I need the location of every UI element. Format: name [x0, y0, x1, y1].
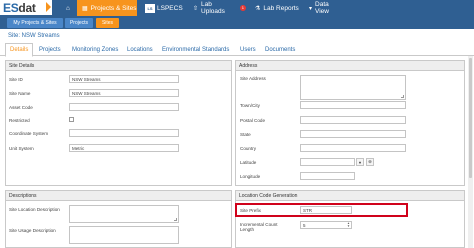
country-input[interactable] — [300, 144, 406, 152]
tab-projects[interactable]: Projects — [35, 43, 65, 56]
nav-projects-sites[interactable]: ▦ Projects & Sites — [77, 0, 137, 16]
incremental-count-length-stepper[interactable]: 5 ▲ ▼ — [300, 221, 352, 229]
resize-grip-icon[interactable] — [401, 95, 404, 98]
tab-monitoring-zones[interactable]: Monitoring Zones — [68, 43, 122, 56]
tab-bar: Details Projects Monitoring Zones Locati… — [0, 42, 474, 57]
lab-uploads-badge: 1 — [239, 5, 246, 11]
town-city-input[interactable] — [300, 101, 406, 109]
nav-data-view-label: Data View — [315, 1, 329, 15]
nav-lspecs-label: LSPECS — [157, 4, 183, 12]
logo-text: ESdat — [3, 1, 36, 15]
nav-lab-reports-label: Lab Reports — [263, 4, 299, 12]
postal-code-label: Postal Code — [240, 118, 266, 123]
longitude-input[interactable] — [300, 172, 355, 180]
state-input[interactable] — [300, 130, 406, 138]
logo-triangle-icon — [46, 2, 51, 12]
chevron-down-icon: ▾ — [309, 5, 313, 12]
unit-system-label: Unit System — [9, 146, 34, 151]
latitude-label: Latitude — [240, 160, 257, 165]
site-name-label: Site Name — [9, 91, 31, 96]
address-heading: Address — [236, 61, 464, 71]
site-location-description-label: Site Location Description — [9, 207, 60, 212]
site-details-panel: Site Details Site ID NSW Streams Site Na… — [5, 60, 232, 186]
nav-lab-uploads[interactable]: ⇧ Lab Uploads 1 — [188, 0, 246, 16]
page-title: Site: NSW Streams — [8, 33, 60, 39]
location-code-heading: Location Code Generation — [236, 191, 464, 201]
restricted-checkbox[interactable] — [69, 117, 74, 122]
top-navbar: ESdat ⌂ ▦ Projects & Sites LS LSPECS ⇧ L… — [0, 0, 474, 16]
address-panel: Address Site Address Town/City Postal Co… — [235, 60, 465, 186]
tab-details[interactable]: Details — [5, 43, 34, 57]
esdat-logo[interactable]: ESdat — [0, 0, 52, 16]
subnav-sites[interactable]: Sites — [96, 18, 119, 28]
site-address-label: Site Address — [240, 76, 266, 81]
town-city-label: Town/City — [240, 103, 260, 108]
site-prefix-highlight — [235, 203, 408, 217]
lspecs-icon: LS — [145, 3, 155, 13]
unit-system-select[interactable]: Metric — [69, 144, 179, 152]
descriptions-panel: Descriptions Site Location Description S… — [5, 190, 232, 248]
crosshair-button[interactable]: ⊕ — [366, 158, 374, 166]
crosshair-icon: ⊕ — [368, 159, 372, 164]
restricted-label: Restricted — [9, 118, 30, 123]
resize-grip-icon[interactable] — [174, 218, 177, 221]
tab-environmental-standards[interactable]: Environmental Standards — [158, 43, 233, 56]
asset-code-label: Asset Code — [9, 105, 33, 110]
tab-documents[interactable]: Documents — [261, 43, 299, 56]
sub-navbar: My Projects & Sites Projects Sites — [0, 16, 474, 29]
site-id-label: Site ID — [9, 77, 23, 82]
descriptions-heading: Descriptions — [6, 191, 231, 201]
tab-locations[interactable]: Locations — [123, 43, 157, 56]
subnav-projects[interactable]: Projects — [65, 18, 93, 28]
site-details-heading: Site Details — [6, 61, 231, 71]
subnav-my-projects-sites[interactable]: My Projects & Sites — [7, 18, 63, 28]
nav-data-view[interactable]: ▾ Data View — [304, 0, 344, 16]
site-location-description-textarea[interactable] — [69, 205, 179, 223]
country-label: Country — [240, 146, 257, 151]
latitude-input[interactable] — [300, 158, 355, 166]
site-address-textarea[interactable] — [300, 75, 406, 100]
tab-users[interactable]: Users — [236, 43, 260, 56]
coordinate-system-select[interactable] — [69, 129, 179, 137]
site-usage-description-label: Site Usage Description — [9, 228, 56, 233]
state-label: State — [240, 132, 251, 137]
location-code-panel: Location Code Generation Site Prefix STR… — [235, 190, 465, 248]
longitude-label: Longitude — [240, 174, 261, 179]
nav-lab-uploads-label: Lab Uploads — [201, 1, 225, 15]
coordinate-system-label: Coordinate System — [9, 131, 49, 136]
nav-lspecs[interactable]: LS LSPECS — [140, 0, 185, 16]
building-icon: ▦ — [82, 5, 88, 12]
site-id-input[interactable]: NSW Streams — [69, 75, 179, 83]
home-button[interactable]: ⌂ — [60, 0, 76, 16]
site-name-input[interactable]: NSW Streams — [69, 89, 179, 97]
map-pin-button[interactable]: ● — [356, 158, 364, 166]
nav-projects-sites-label: Projects & Sites — [90, 4, 137, 12]
flask-icon: ⚗ — [255, 5, 261, 12]
map-pin-icon: ● — [358, 159, 362, 165]
postal-code-input[interactable] — [300, 116, 406, 124]
home-icon: ⌂ — [66, 4, 70, 12]
nav-lab-reports[interactable]: ⚗ Lab Reports — [250, 0, 302, 16]
scrollbar-thumb[interactable] — [469, 58, 472, 178]
incremental-count-length-label: Incremental Count Length — [240, 222, 278, 232]
increment-value: 5 — [303, 223, 306, 228]
upload-icon: ⇧ — [193, 5, 199, 12]
spinner-arrows-icon[interactable]: ▲ ▼ — [347, 222, 350, 228]
asset-code-input[interactable] — [69, 103, 179, 111]
page-scrollbar[interactable] — [468, 56, 473, 248]
site-usage-description-textarea[interactable] — [69, 226, 179, 244]
